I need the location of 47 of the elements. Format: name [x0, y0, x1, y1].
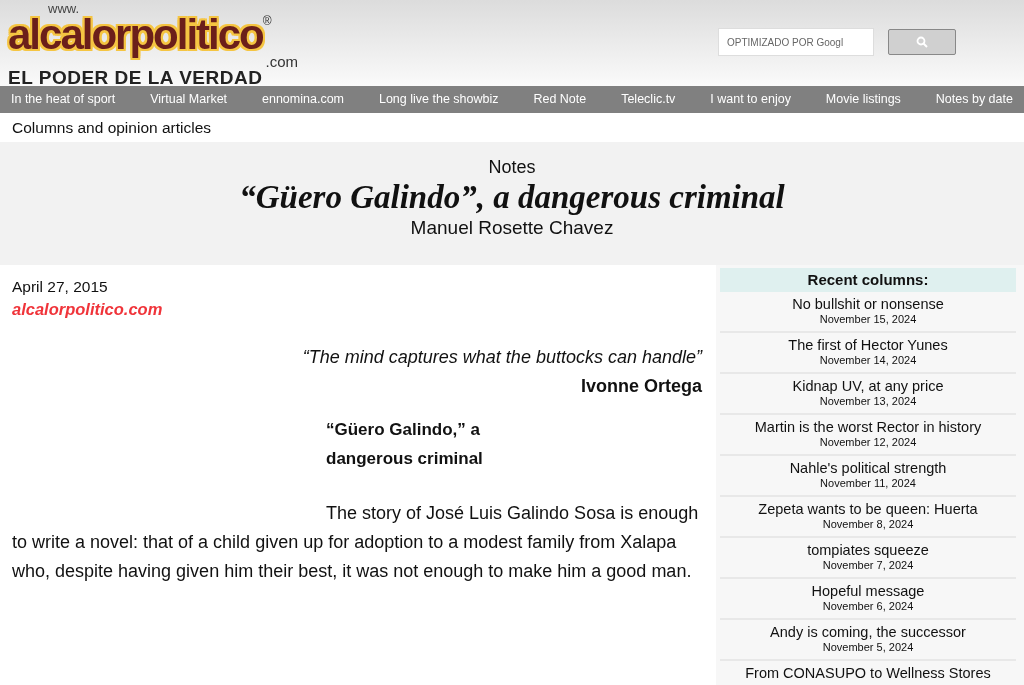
registered-mark: ®: [262, 15, 272, 27]
logo-domain: .com: [265, 55, 298, 68]
column-title[interactable]: Kidnap UV, at any price: [792, 377, 944, 395]
search-field[interactable]: OPTIMIZADO POR Googl: [718, 28, 874, 56]
quote-author: Ivonne Ortega: [580, 375, 702, 398]
search-button[interactable]: [888, 29, 956, 55]
nav-link[interactable]: In the heat of sport: [6, 90, 121, 109]
nav-link[interactable]: Virtual Market: [145, 90, 233, 109]
logo-tagline: EL PODER DE LA VERDAD: [8, 68, 264, 88]
nav-link[interactable]: Long live the showbiz: [373, 90, 504, 109]
column-date: November 11, 2024: [820, 477, 916, 490]
column-date: November 6, 2024: [822, 600, 914, 613]
nav-link[interactable]: I want to enjoy: [705, 90, 796, 109]
column-title[interactable]: Nahle's political strength: [789, 459, 947, 477]
column-title[interactable]: Zepeta wants to be queen: Huerta: [758, 500, 978, 518]
author-name: Manuel Rosette Chavez: [410, 216, 614, 240]
column-title[interactable]: No bullshit or nonsense: [792, 295, 944, 313]
nav-link[interactable]: Red Note: [528, 90, 592, 109]
nav-link[interactable]: Movie listings: [820, 90, 906, 109]
search-icon: [916, 36, 928, 48]
column-date: November 13, 2024: [819, 395, 917, 408]
nav-link[interactable]: ennomina.com: [257, 90, 349, 109]
sidebar-heading: Recent columns:: [720, 268, 1016, 292]
article-subtitle: dangerous criminal: [326, 448, 484, 470]
article-title: “Güero Galindo”, a dangerous criminal: [239, 178, 785, 216]
nav-link[interactable]: Teleclic.tv: [616, 90, 681, 109]
section-label: Notes: [488, 156, 536, 178]
column-date: November 8, 2024: [822, 518, 914, 531]
quote-text: “The mind captures what the buttocks can handle”: [302, 346, 702, 369]
column-title[interactable]: Hopeful message: [811, 582, 925, 600]
column-date: November 14, 2024: [819, 354, 917, 367]
breadcrumb[interactable]: Columns and opinion articles: [12, 115, 212, 140]
article-subtitle: “Güero Galindo,” a: [326, 419, 481, 441]
column-title[interactable]: Andy is coming, the successor: [770, 623, 966, 641]
article-paragraph: The story of José Luis Galindo Sosa is enough to write a novel: that of a child given up for adoption to a modest family from Xalapa who, despite having given him their best, it was not enough to make him a good man.: [12, 502, 700, 583]
source-link[interactable]: alcalorpolitico.com: [12, 297, 704, 321]
column-title[interactable]: Martin is the worst Rector in history: [754, 418, 982, 436]
column-date: November 5, 2024: [822, 641, 914, 654]
logo-prefix: www.: [48, 2, 80, 15]
column-title[interactable]: The first of Hector Yunes: [788, 336, 948, 354]
column-title[interactable]: tompiates squeeze: [807, 541, 929, 559]
column-title[interactable]: From CONASUPO to Wellness Stores: [745, 664, 991, 682]
article-date: April 27, 2015: [12, 277, 109, 297]
column-date: November 7, 2024: [822, 559, 914, 572]
column-date: November 15, 2024: [819, 313, 917, 326]
column-date: November 12, 2024: [819, 436, 917, 449]
nav-link[interactable]: Notes by date: [930, 90, 1018, 109]
